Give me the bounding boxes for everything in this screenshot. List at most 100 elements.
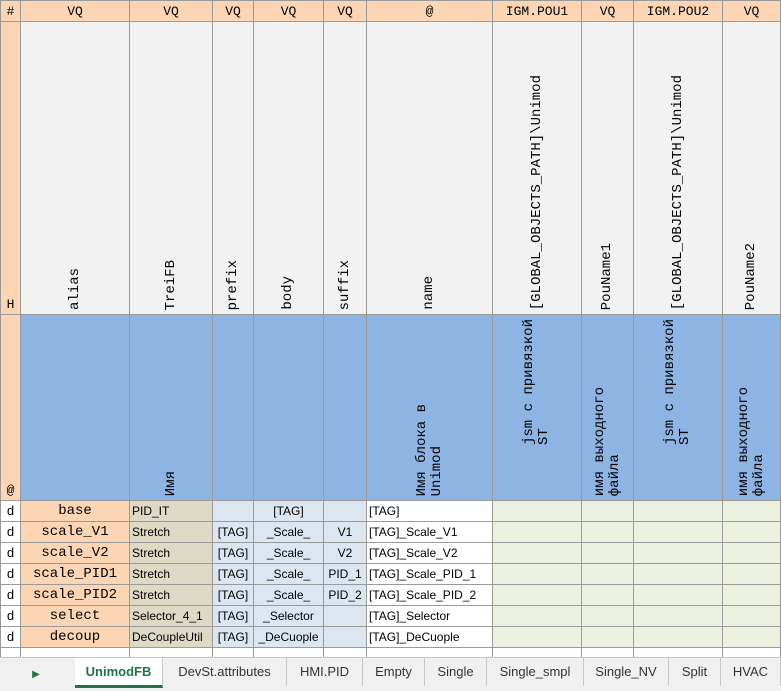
cell-name[interactable]: [TAG]_Scale_PID_1 [366, 563, 493, 585]
cell-row2-head[interactable]: H [0, 21, 21, 315]
tab-single-nv[interactable]: Single_NV [584, 658, 669, 686]
cell-row1-alias[interactable]: VQ [20, 0, 130, 22]
tab-hvac[interactable]: HVAC [721, 658, 781, 686]
empty-cell[interactable] [129, 647, 213, 657]
cell-row2-body[interactable]: body [253, 21, 324, 315]
cell-row3-name[interactable]: Имя блока в Unimod [366, 314, 493, 501]
cell-treifb[interactable]: Stretch [129, 542, 213, 564]
cell-pou2[interactable] [633, 584, 723, 606]
cell-treifb[interactable]: Stretch [129, 521, 213, 543]
empty-cell[interactable] [366, 647, 493, 657]
empty-cell[interactable] [581, 647, 634, 657]
cell-alias[interactable]: base [20, 500, 130, 522]
cell-row3-treifb[interactable]: Имя [129, 314, 213, 501]
cell-d[interactable]: d [0, 584, 21, 606]
cell-suffix[interactable] [323, 626, 367, 648]
cell-row1-head[interactable]: # [0, 0, 21, 22]
cell-row3-suffix[interactable] [323, 314, 367, 501]
cell-body[interactable]: _Scale_ [253, 542, 324, 564]
cell-row2-alias[interactable]: alias [20, 21, 130, 315]
cell-row2-pou2[interactable]: [GLOBAL_OBJECTS_PATH]\Unimod [633, 21, 723, 315]
empty-cell[interactable] [253, 647, 324, 657]
tab-hmi-pid[interactable]: HMI.PID [287, 658, 363, 686]
cell-pouname2[interactable] [722, 584, 781, 606]
cell-pou2[interactable] [633, 626, 723, 648]
cell-row1-pou1[interactable]: IGM.POU1 [492, 0, 582, 22]
cell-pou1[interactable] [492, 563, 582, 585]
tab-empty[interactable]: Empty [363, 658, 425, 686]
cell-pou2[interactable] [633, 605, 723, 627]
cell-pou2[interactable] [633, 500, 723, 522]
cell-pou2[interactable] [633, 542, 723, 564]
cell-row2-suffix[interactable]: suffix [323, 21, 367, 315]
cell-row2-pouname2[interactable]: PouName2 [722, 21, 781, 315]
empty-cell[interactable] [0, 647, 21, 657]
cell-alias[interactable]: decoup [20, 626, 130, 648]
cell-name[interactable]: [TAG] [366, 500, 493, 522]
cell-name[interactable]: [TAG]_Selector [366, 605, 493, 627]
cell-row3-head[interactable]: @ [0, 314, 21, 501]
cell-suffix[interactable]: PID_2 [323, 584, 367, 606]
cell-pouname1[interactable] [581, 542, 634, 564]
cell-row3-alias[interactable] [20, 314, 130, 501]
cell-row3-pou1[interactable]: jsm с привязкой ST [492, 314, 582, 501]
cell-row1-pou2[interactable]: IGM.POU2 [633, 0, 723, 22]
cell-pouname1[interactable] [581, 563, 634, 585]
cell-row1-suffix[interactable]: VQ [323, 0, 367, 22]
cell-row2-pou1[interactable]: [GLOBAL_OBJECTS_PATH]\Unimod [492, 21, 582, 315]
cell-pouname1[interactable] [581, 626, 634, 648]
tab-devst-attributes[interactable]: DevSt.attributes [163, 658, 287, 686]
cell-suffix[interactable]: V1 [323, 521, 367, 543]
cell-pou1[interactable] [492, 605, 582, 627]
cell-row2-treifb[interactable]: TreiFB [129, 21, 213, 315]
cell-treifb[interactable]: DeCoupleUtil [129, 626, 213, 648]
cell-prefix[interactable]: [TAG] [212, 521, 254, 543]
tab-unimodfb[interactable]: UnimodFB [75, 658, 163, 688]
cell-body[interactable]: _Scale_ [253, 521, 324, 543]
cell-name[interactable]: [TAG]_Scale_V1 [366, 521, 493, 543]
cell-row3-body[interactable] [253, 314, 324, 501]
cell-treifb[interactable]: Selector_4_1 [129, 605, 213, 627]
cell-pouname2[interactable] [722, 500, 781, 522]
cell-pouname2[interactable] [722, 626, 781, 648]
cell-d[interactable]: d [0, 626, 21, 648]
cell-row3-pou2[interactable]: jsm с привязкой ST [633, 314, 723, 501]
cell-name[interactable]: [TAG]_DeCuople [366, 626, 493, 648]
cell-row1-prefix[interactable]: VQ [212, 0, 254, 22]
cell-d[interactable]: d [0, 521, 21, 543]
cell-suffix[interactable]: V2 [323, 542, 367, 564]
cell-d[interactable]: d [0, 500, 21, 522]
cell-pouname2[interactable] [722, 521, 781, 543]
cell-pou1[interactable] [492, 542, 582, 564]
cell-treifb[interactable]: Stretch [129, 563, 213, 585]
cell-suffix[interactable] [323, 605, 367, 627]
cell-pou2[interactable] [633, 521, 723, 543]
cell-pouname1[interactable] [581, 521, 634, 543]
cell-alias[interactable]: scale_V2 [20, 542, 130, 564]
cell-pouname2[interactable] [722, 605, 781, 627]
cell-alias[interactable]: select [20, 605, 130, 627]
cell-row2-name[interactable]: name [366, 21, 493, 315]
tab-single-smpl[interactable]: Single_smpl [487, 658, 584, 686]
cell-body[interactable]: _Scale_ [253, 563, 324, 585]
cell-name[interactable]: [TAG]_Scale_V2 [366, 542, 493, 564]
cell-name[interactable]: [TAG]_Scale_PID_2 [366, 584, 493, 606]
cell-row2-prefix[interactable]: prefix [212, 21, 254, 315]
cell-prefix[interactable]: [TAG] [212, 605, 254, 627]
cell-d[interactable]: d [0, 563, 21, 585]
cell-d[interactable]: d [0, 542, 21, 564]
cell-prefix[interactable]: [TAG] [212, 626, 254, 648]
empty-cell[interactable] [20, 647, 130, 657]
cell-alias[interactable]: scale_PID1 [20, 563, 130, 585]
cell-row2-pouname1[interactable]: PouName1 [581, 21, 634, 315]
cell-pou2[interactable] [633, 563, 723, 585]
empty-cell[interactable] [492, 647, 582, 657]
spreadsheet-grid[interactable]: # VQ VQ VQ VQ VQ @ IGM.POU1 VQ IGM.POU2 … [0, 0, 781, 657]
cell-pouname2[interactable] [722, 542, 781, 564]
cell-row3-pouname1[interactable]: имя выходного файла [581, 314, 634, 501]
cell-body[interactable]: _DeCuople [253, 626, 324, 648]
cell-prefix[interactable]: [TAG] [212, 542, 254, 564]
cell-body[interactable]: [TAG] [253, 500, 324, 522]
empty-cell[interactable] [633, 647, 723, 657]
tab-single[interactable]: Single [425, 658, 487, 686]
